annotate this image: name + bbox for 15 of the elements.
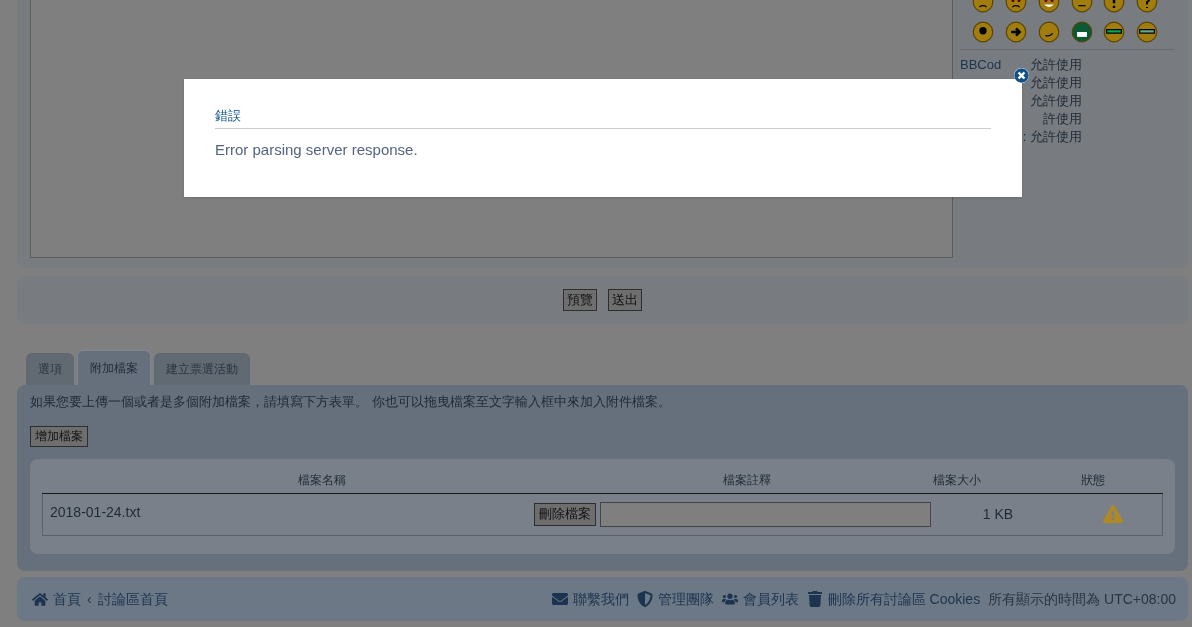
- column-header: 檔案名稱: [298, 471, 346, 489]
- dialog-title: 錯誤: [215, 106, 991, 129]
- status-text: 允許使用: [1030, 56, 1082, 74]
- status-text: 允許使用: [1030, 92, 1082, 110]
- column-header: 狀態: [1080, 471, 1105, 489]
- column-header: 檔案大小: [933, 471, 981, 489]
- status-text: 允許使用: [1030, 74, 1082, 92]
- column-header: 檔案註釋: [723, 471, 771, 489]
- breadcrumb-separator: ‹: [87, 589, 92, 609]
- dialog-message: Error parsing server response.: [215, 139, 419, 160]
- timezone-text: 所有顯示的時間為 UTC+08:00: [988, 589, 1176, 609]
- file-name: 2018-01-24.txt: [50, 502, 141, 522]
- status-text: : 允許使用: [1022, 128, 1082, 146]
- file-size: 1 KB: [982, 504, 1014, 524]
- status-text: 許使用: [1043, 110, 1082, 128]
